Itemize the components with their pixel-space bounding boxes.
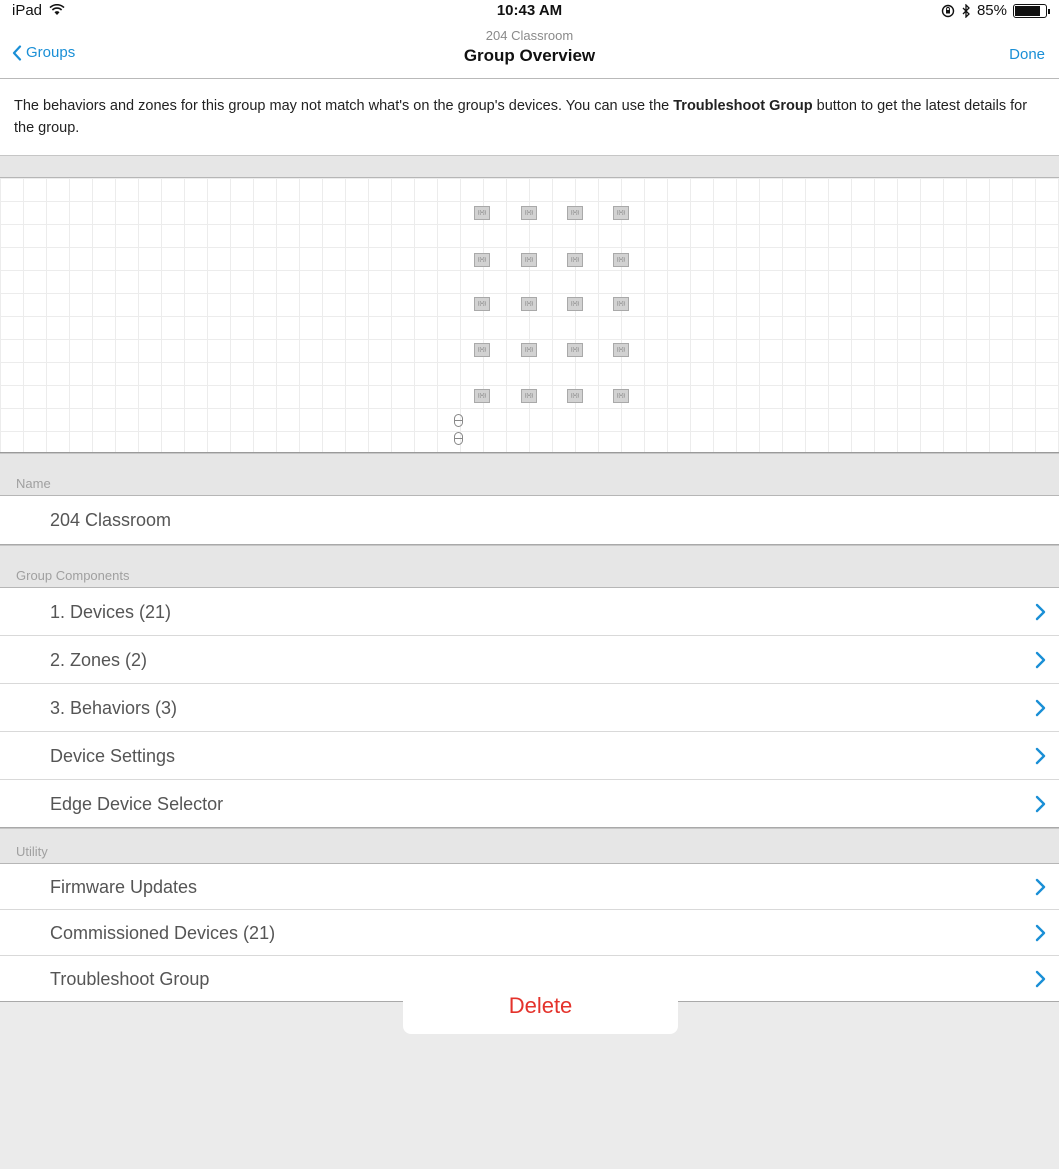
- component-row-label: Edge Device Selector: [50, 794, 224, 814]
- rotation-lock-icon: [941, 4, 955, 17]
- fixture-icon[interactable]: ((•)): [613, 297, 629, 311]
- chevron-right-icon: [1035, 795, 1046, 813]
- chevron-right-icon: [1035, 924, 1046, 942]
- notice-text-before: The behaviors and zones for this group m…: [14, 98, 674, 114]
- nav-subtitle: 204 Classroom: [485, 28, 574, 43]
- fixture-icon[interactable]: ((•)): [474, 389, 490, 403]
- chevron-right-icon: [1035, 603, 1046, 621]
- sensor-icon[interactable]: [454, 414, 463, 427]
- component-row-label: 3. Behaviors (3): [50, 698, 178, 718]
- done-button[interactable]: Done: [1009, 46, 1045, 63]
- fixture-icon[interactable]: ((•)): [521, 253, 537, 267]
- fixture-icon[interactable]: ((•)): [613, 343, 629, 357]
- fixture-icon[interactable]: ((•)): [474, 206, 490, 220]
- sensor-icon[interactable]: [454, 432, 463, 445]
- battery-icon: [1013, 3, 1050, 18]
- sync-notice: The behaviors and zones for this group m…: [0, 79, 1059, 155]
- chevron-right-icon: [1035, 747, 1046, 765]
- chevron-right-icon: [1035, 699, 1046, 717]
- fixture-icon[interactable]: ((•)): [474, 253, 490, 267]
- delete-button[interactable]: Delete: [403, 977, 678, 1034]
- fixture-icon[interactable]: ((•)): [567, 343, 583, 357]
- status-right: 85%: [941, 2, 1050, 19]
- fixture-icon[interactable]: ((•)): [521, 343, 537, 357]
- group-name-field[interactable]: 204 Classroom: [0, 496, 1059, 545]
- fixture-icon[interactable]: ((•)): [521, 297, 537, 311]
- utility-row-label: Firmware Updates: [50, 877, 198, 897]
- status-bar: iPad 10:43 AM 85%: [0, 0, 1059, 22]
- chevron-right-icon: [1035, 651, 1046, 669]
- fixture-icon[interactable]: ((•)): [567, 389, 583, 403]
- utility-section-header: Utility: [0, 828, 1059, 864]
- component-row[interactable]: Device Settings: [0, 732, 1059, 780]
- map-header-band: [0, 155, 1059, 178]
- page-title: Group Overview: [463, 46, 596, 65]
- chevron-right-icon: [1035, 970, 1046, 988]
- utility-row[interactable]: Commissioned Devices (21): [0, 910, 1059, 956]
- component-row-label: 1. Devices (21): [50, 602, 172, 622]
- chevron-right-icon: [1035, 878, 1046, 896]
- component-row[interactable]: 1. Devices (21): [0, 588, 1059, 636]
- component-row-label: Device Settings: [50, 746, 176, 766]
- fixture-icon[interactable]: ((•)): [474, 297, 490, 311]
- fixture-icon[interactable]: ((•)): [613, 389, 629, 403]
- fixture-icon[interactable]: ((•)): [567, 206, 583, 220]
- components-section-label: Group Components: [16, 568, 130, 583]
- battery-percent: 85%: [976, 2, 1007, 19]
- components-section-header: Group Components: [0, 545, 1059, 588]
- fixture-icon[interactable]: ((•)): [613, 253, 629, 267]
- utility-row[interactable]: Firmware Updates: [0, 864, 1059, 910]
- name-section-header: Name: [0, 453, 1059, 496]
- utility-row-label: Commissioned Devices (21): [50, 923, 276, 943]
- component-row[interactable]: 2. Zones (2): [0, 636, 1059, 684]
- fixture-icon[interactable]: ((•)): [521, 389, 537, 403]
- fixture-icon[interactable]: ((•)): [521, 206, 537, 220]
- fixture-icon[interactable]: ((•)): [474, 343, 490, 357]
- group-name-value: 204 Classroom: [50, 510, 172, 530]
- notice-bold: Troubleshoot Group: [673, 98, 813, 114]
- navigation-bar: Groups 204 Classroom Group Overview Done: [0, 22, 1059, 79]
- fixture-icon[interactable]: ((•)): [567, 297, 583, 311]
- bluetooth-icon: [962, 3, 970, 18]
- utility-section-label: Utility: [16, 844, 48, 859]
- fixture-icon[interactable]: ((•)): [567, 253, 583, 267]
- component-row-label: 2. Zones (2): [50, 650, 148, 670]
- name-section-label: Name: [16, 476, 51, 491]
- component-row[interactable]: 3. Behaviors (3): [0, 684, 1059, 732]
- fixture-icon[interactable]: ((•)): [613, 206, 629, 220]
- utility-row-label: Troubleshoot Group: [50, 969, 210, 989]
- floor-plan-map[interactable]: ((•)) ((•)) ((•)) ((•)) ((•)) ((•)) ((•)) ((•))…: [0, 178, 1059, 453]
- component-row[interactable]: Edge Device Selector: [0, 780, 1059, 828]
- status-time: 10:43 AM: [496, 2, 563, 19]
